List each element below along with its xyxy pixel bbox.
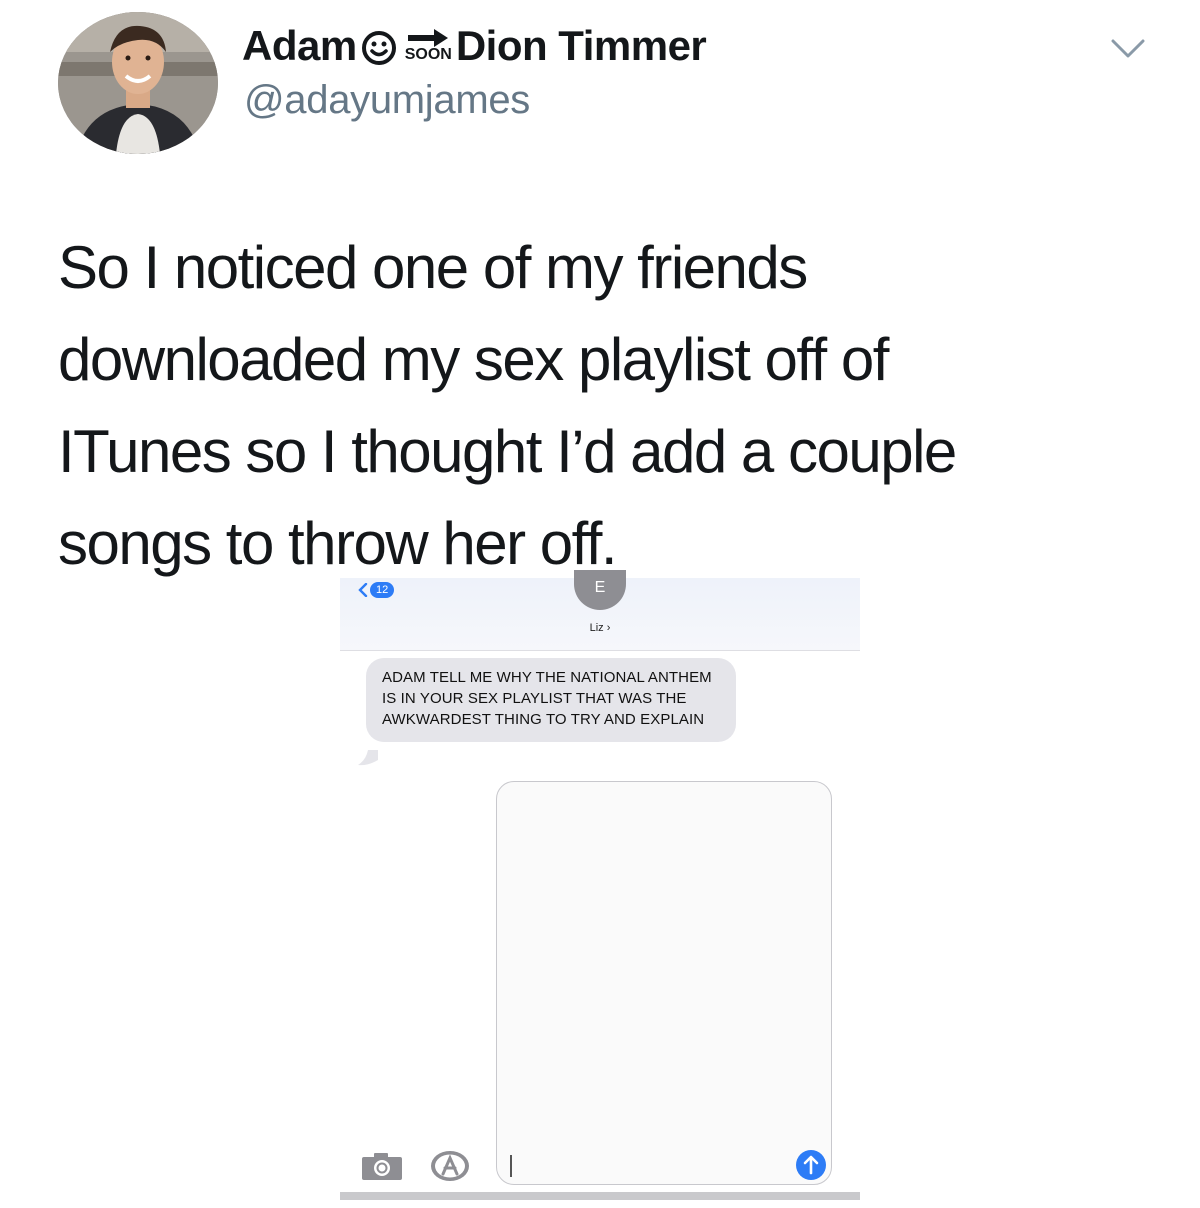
tweet: Adam SOON Dion Timmer @adayumjames So I … bbox=[0, 0, 1200, 1208]
display-name-second: Dion Timmer bbox=[455, 22, 707, 69]
received-message-bubble: ADAM TELL ME WHY THE NATIONAL ANTHEM IS … bbox=[366, 658, 736, 742]
send-button[interactable] bbox=[796, 1150, 826, 1180]
user-handle[interactable]: @adayumjames bbox=[244, 78, 530, 123]
contact-name[interactable]: Liz › bbox=[340, 622, 860, 634]
display-name[interactable]: Adam SOON Dion Timmer bbox=[242, 20, 707, 72]
smiley-face-icon bbox=[361, 28, 397, 65]
soon-arrow-badge: SOON bbox=[405, 29, 452, 63]
send-arrow-icon bbox=[803, 1155, 819, 1175]
text-cursor bbox=[510, 1155, 512, 1177]
camera-icon[interactable] bbox=[360, 1151, 404, 1181]
contact-avatar[interactable]: E bbox=[574, 570, 626, 610]
message-input-field[interactable] bbox=[496, 781, 832, 1185]
tweet-text: So I noticed one of my friends downloade… bbox=[58, 234, 957, 577]
display-name-first: Adam bbox=[242, 22, 357, 69]
attached-screenshot[interactable]: 12 E Liz › ADAM TELL ME WHY THE NATIONAL… bbox=[340, 570, 860, 1200]
chevron-down-icon[interactable] bbox=[1110, 38, 1146, 60]
bubble-tail bbox=[358, 750, 378, 766]
back-button[interactable]: 12 bbox=[358, 582, 395, 598]
messages-header: 12 E Liz › bbox=[340, 570, 860, 651]
right-arrow-icon bbox=[408, 29, 449, 47]
appstore-icon[interactable] bbox=[430, 1150, 470, 1182]
avatar[interactable] bbox=[58, 12, 218, 154]
soon-label: SOON bbox=[404, 46, 452, 63]
chevron-left-icon bbox=[358, 583, 368, 597]
unread-count-badge: 12 bbox=[370, 582, 395, 598]
keyboard-divider bbox=[340, 1192, 860, 1200]
